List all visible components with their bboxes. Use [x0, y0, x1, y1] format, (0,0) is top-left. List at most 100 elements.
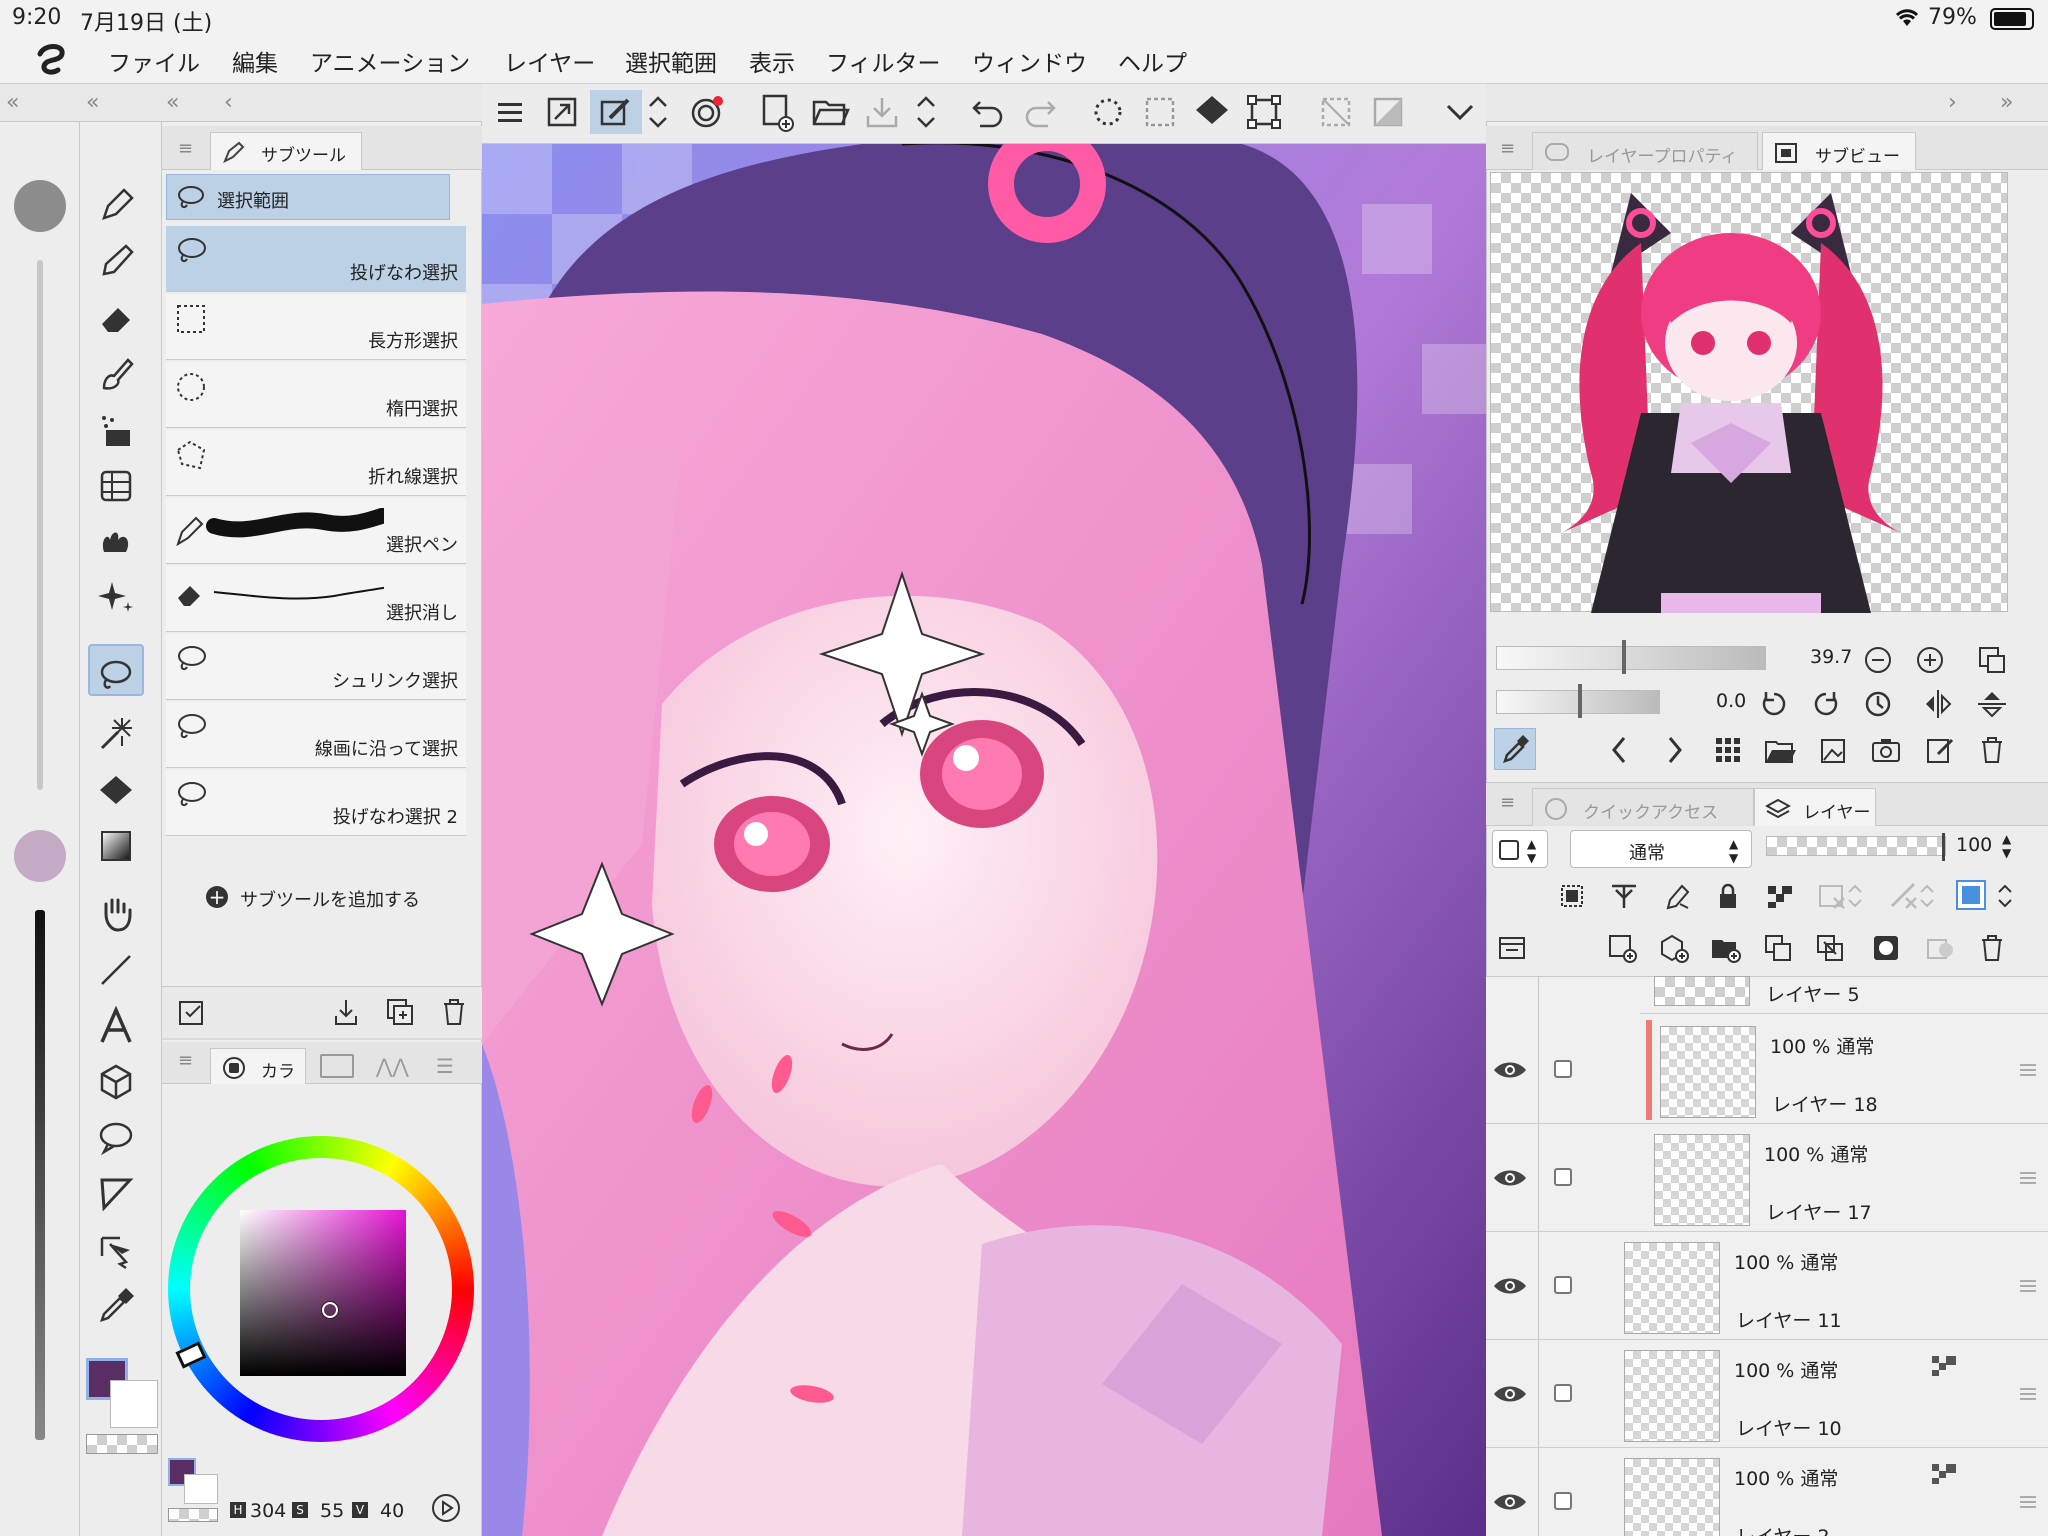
sv-cursor[interactable] — [322, 1302, 338, 1318]
panel-menu-icon[interactable]: ≡ — [1500, 792, 1515, 813]
app-logo-icon[interactable] — [34, 44, 68, 76]
tab-subtool[interactable]: サブツール — [210, 132, 362, 170]
fill-icon[interactable] — [1190, 90, 1234, 134]
saturation-value-square[interactable] — [240, 1210, 406, 1376]
save-icon[interactable] — [860, 90, 904, 134]
menu-filter[interactable]: フィルター — [826, 44, 941, 78]
zoom-out-icon[interactable] — [1862, 644, 1894, 676]
add-image-icon[interactable] — [1818, 734, 1850, 766]
line-tool[interactable] — [88, 940, 144, 992]
redo-icon[interactable] — [1018, 90, 1062, 134]
drag-handle-icon[interactable] — [2020, 1280, 2036, 1292]
layer-row[interactable]: レイヤー 5 — [1640, 976, 2048, 1014]
transparent-color-swatch[interactable] — [86, 1434, 158, 1454]
eraser-tool[interactable] — [88, 288, 144, 340]
visibility-eye-icon[interactable] — [1486, 1164, 1534, 1192]
sub-color-small[interactable] — [184, 1474, 218, 1504]
3d-object-tool[interactable] — [88, 1052, 144, 1104]
layer-select-checkbox[interactable] — [1554, 1168, 1572, 1186]
transparent-color-small[interactable] — [168, 1508, 218, 1522]
visibility-eye-icon[interactable] — [1486, 1272, 1534, 1300]
blend-mode-select[interactable]: 通常 ▲ ▼ — [1570, 830, 1752, 868]
auto-select-tool[interactable] — [88, 704, 144, 756]
flip-horizontal-icon[interactable] — [1922, 688, 1954, 720]
transform-icon[interactable] — [1242, 90, 1286, 134]
add-subtool-button[interactable]: + サブツールを追加する — [200, 880, 460, 914]
hamburger-menu-icon[interactable] — [488, 90, 532, 134]
select-all-icon[interactable] — [1086, 90, 1130, 134]
menu-help[interactable]: ヘルプ — [1118, 44, 1187, 78]
subtool-item-lasso-2[interactable]: 投げなわ選択 2 — [166, 770, 466, 836]
open-folder-icon[interactable] — [808, 90, 852, 134]
tab-color-wheel[interactable]: カラ — [210, 1048, 306, 1084]
sparkle-tool[interactable] — [88, 568, 144, 620]
panel-menu-icon[interactable]: ≡ — [1500, 138, 1515, 159]
reference-layer-icon[interactable] — [1608, 880, 1640, 912]
zoom-slider[interactable] — [1496, 646, 1766, 670]
airbrush-tool[interactable] — [88, 400, 144, 452]
visibility-eye-icon[interactable] — [1486, 1380, 1534, 1408]
layer-settings-icon[interactable] — [1496, 932, 1528, 964]
sub-color-swatch[interactable] — [110, 1380, 158, 1428]
brush-size-slider[interactable] — [37, 260, 43, 790]
layer-row[interactable]: 100 % 通常 レイヤー 2 — [1486, 1448, 2048, 1536]
hand-tool[interactable] — [88, 884, 144, 936]
edit-icon[interactable] — [1924, 734, 1956, 766]
zoom-in-icon[interactable] — [1914, 644, 1946, 676]
subtool-item-lasso[interactable]: 投げなわ選択 — [166, 226, 466, 292]
tab-layer-property[interactable]: レイヤープロパティ — [1532, 132, 1758, 170]
brush-tool[interactable] — [88, 344, 144, 396]
camera-icon[interactable] — [1870, 734, 1902, 766]
subtool-settings-icon[interactable] — [176, 996, 208, 1028]
subtool-item-select-pen[interactable]: 選択ペン — [166, 498, 466, 564]
menu-file[interactable]: ファイル — [108, 44, 200, 78]
tab-subview[interactable]: サブビュー — [1762, 132, 1916, 170]
drag-handle-icon[interactable] — [2020, 1496, 2036, 1508]
delete-subtool-icon[interactable] — [438, 996, 470, 1028]
layer-mask-icon[interactable] — [1870, 932, 1902, 964]
decoration-tool[interactable] — [88, 456, 144, 508]
mask-disabled-icon[interactable] — [1816, 880, 1848, 912]
edit-mode-icon[interactable] — [590, 90, 642, 134]
panel-menu-icon[interactable]: ≡ — [178, 1050, 193, 1071]
new-raster-layer-icon[interactable] — [1606, 932, 1638, 964]
grid-icon[interactable] — [1712, 734, 1744, 766]
layer-row[interactable]: 100 % 通常 レイヤー 10 — [1486, 1340, 2048, 1448]
menu-edit[interactable]: 編集 — [232, 44, 278, 78]
rotate-left-icon[interactable] — [1758, 688, 1790, 720]
rotate-slider-handle[interactable] — [1578, 684, 1582, 718]
frame-border-tool[interactable] — [88, 1164, 144, 1216]
stepper-icon-2[interactable] — [912, 90, 940, 134]
pencil-tool[interactable] — [88, 232, 144, 284]
rotate-right-icon[interactable] — [1810, 688, 1842, 720]
transfer-down-icon[interactable] — [1762, 932, 1794, 964]
lasso-selection-tool[interactable] — [88, 644, 144, 696]
drawing-canvas[interactable] — [482, 144, 1486, 1536]
color-slider-tab-icon[interactable]: ☰ — [436, 1054, 454, 1078]
layer-select-checkbox[interactable] — [1554, 1492, 1572, 1510]
clear-outside-icon[interactable] — [1314, 90, 1358, 134]
subview-eyedropper-button[interactable] — [1494, 728, 1536, 770]
subview-preview[interactable] — [1490, 172, 2008, 613]
menu-window[interactable]: ウィンドウ — [972, 44, 1087, 78]
subtool-item-rect[interactable]: 長方形選択 — [166, 294, 466, 360]
balloon-tool[interactable] — [88, 1108, 144, 1160]
visibility-eye-icon[interactable] — [1486, 1056, 1534, 1084]
chevron-down-icon[interactable] — [1438, 90, 1482, 134]
opacity-stepper[interactable]: ▲ ▼ — [2002, 832, 2011, 860]
drag-handle-icon[interactable] — [2020, 1064, 2036, 1076]
subtool-group-header[interactable]: 選択範囲 — [166, 174, 450, 220]
new-canvas-icon[interactable] — [756, 90, 800, 134]
snap-icon[interactable] — [684, 90, 728, 134]
flip-vertical-icon[interactable] — [1976, 688, 2008, 720]
subtool-item-polyline[interactable]: 折れ線選択 — [166, 430, 466, 496]
lock-transparency-icon[interactable] — [1764, 880, 1796, 912]
menu-view[interactable]: 表示 — [749, 44, 795, 78]
fill-tool[interactable] — [88, 760, 144, 812]
blend-tool[interactable] — [88, 512, 144, 564]
stepper-icon[interactable] — [644, 90, 672, 134]
drag-handle-icon[interactable] — [2020, 1388, 2036, 1400]
fit-screen-icon[interactable] — [540, 90, 584, 134]
subtool-item-follow-line[interactable]: 線画に沿って選択 — [166, 702, 466, 768]
import-subtool-icon[interactable] — [330, 996, 362, 1028]
